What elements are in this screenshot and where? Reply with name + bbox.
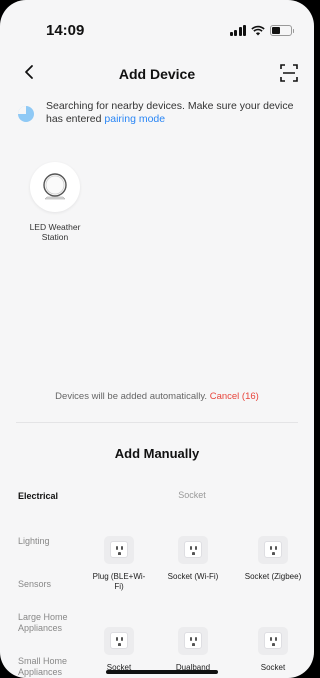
- pairing-mode-link[interactable]: pairing mode: [104, 113, 165, 125]
- battery-icon: [270, 24, 294, 36]
- auto-add-note: Devices will be added automatically. Can…: [0, 391, 314, 402]
- device-tile[interactable]: Socket (Zigbee): [243, 536, 303, 582]
- status-time: 14:09: [46, 22, 85, 39]
- cancel-button[interactable]: Cancel (16): [210, 391, 259, 402]
- status-icons: [229, 22, 294, 38]
- socket-icon: [104, 627, 134, 655]
- device-tile[interactable]: Socket (Wi-Fi): [163, 536, 223, 582]
- weather-station-icon: [30, 162, 80, 212]
- device-tile-label: Socket: [260, 663, 286, 672]
- phone-screen: 14:09 Add Device Searching for nearby de…: [0, 0, 314, 678]
- auto-add-message: Devices will be added automatically.: [55, 391, 208, 402]
- home-indicator[interactable]: [106, 670, 218, 674]
- category-small-home-appliances[interactable]: Small Home Appliances: [18, 656, 70, 677]
- socket-icon: [258, 627, 288, 655]
- device-tile[interactable]: Dualband: [163, 627, 223, 673]
- device-tile-label: Socket (Zigbee): [244, 572, 302, 581]
- searching-banner: Searching for nearby devices. Make sure …: [18, 100, 302, 125]
- add-manually-title: Add Manually: [114, 446, 200, 461]
- searching-text: Searching for nearby devices. Make sure …: [46, 100, 302, 125]
- found-device[interactable]: LED Weather Station: [22, 162, 88, 242]
- divider: [16, 422, 298, 423]
- socket-icon: [178, 627, 208, 655]
- category-lighting[interactable]: Lighting: [18, 536, 84, 547]
- scan-qr-icon[interactable]: [278, 62, 300, 84]
- category-large-home-appliances[interactable]: Large Home Appliances: [18, 612, 70, 633]
- category-electrical[interactable]: Electrical: [18, 491, 84, 502]
- socket-icon: [104, 536, 134, 564]
- section-label-socket: Socket: [178, 490, 206, 500]
- category-sensors[interactable]: Sensors: [18, 579, 84, 590]
- searching-message: Searching for nearby devices. Make sure …: [46, 100, 294, 125]
- device-tile-label: Plug (BLE+Wi-Fi): [92, 572, 146, 591]
- wifi-icon: [251, 25, 265, 35]
- device-tile-label: Socket (Wi-Fi): [167, 572, 219, 581]
- socket-icon: [178, 536, 208, 564]
- device-tile[interactable]: Socket: [243, 627, 303, 673]
- device-tile[interactable]: Socket: [89, 627, 149, 673]
- device-name: LED Weather Station: [29, 222, 81, 242]
- cellular-signal-icon: [229, 24, 246, 36]
- page-title: Add Device: [118, 66, 196, 82]
- socket-icon: [258, 536, 288, 564]
- navigation-bar: Add Device: [0, 58, 314, 90]
- searching-spinner-icon: [18, 106, 34, 122]
- device-tile[interactable]: Plug (BLE+Wi-Fi): [89, 536, 149, 592]
- status-bar: 14:09: [0, 0, 314, 48]
